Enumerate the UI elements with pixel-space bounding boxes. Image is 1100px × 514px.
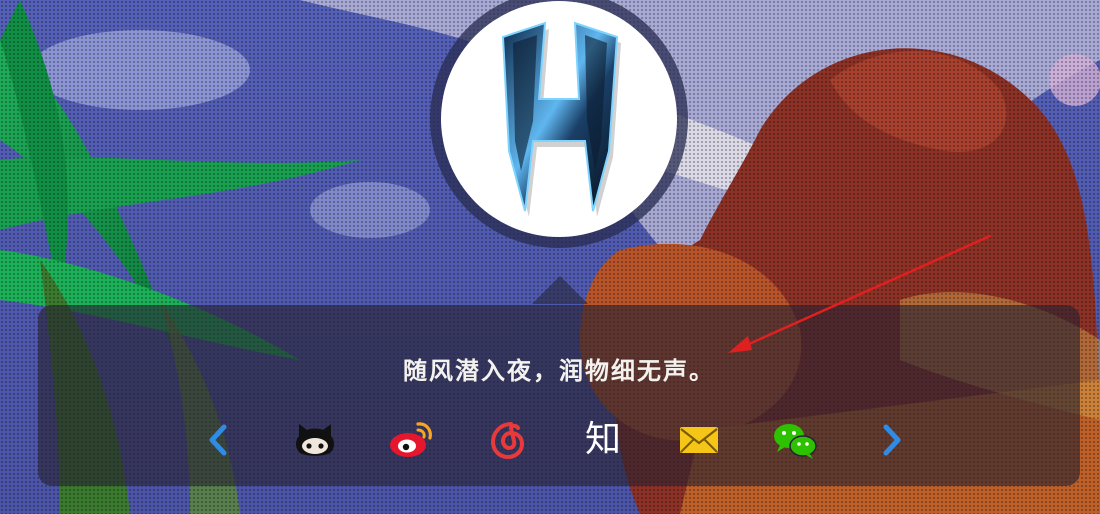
netease-music-icon [490,422,525,460]
netease-music-link[interactable] [484,417,530,463]
motto-text: 随风潜入夜，润物细无声。 [403,357,715,385]
weibo-link[interactable] [388,417,434,463]
chevron-left-icon [209,424,227,456]
chevron-right-icon [883,424,901,456]
h-logo-icon [501,21,621,217]
next-button[interactable] [868,417,914,463]
zhihu-link[interactable]: 知 [580,417,626,463]
avatar-ring [430,0,688,248]
zhihu-icon: 知 [584,419,621,460]
email-icon [680,427,718,453]
social-links: 知 [38,417,1080,463]
wechat-icon [774,424,817,459]
wechat-link[interactable] [772,417,818,463]
email-link[interactable] [676,417,722,463]
panel-pointer [532,276,588,304]
weibo-icon [390,422,432,457]
info-panel: 随风潜入夜，润物细无声。 知 [38,305,1080,486]
avatar[interactable] [441,1,677,237]
prev-button[interactable] [196,417,242,463]
github-link[interactable] [292,417,338,463]
github-octocat-icon [296,424,334,456]
